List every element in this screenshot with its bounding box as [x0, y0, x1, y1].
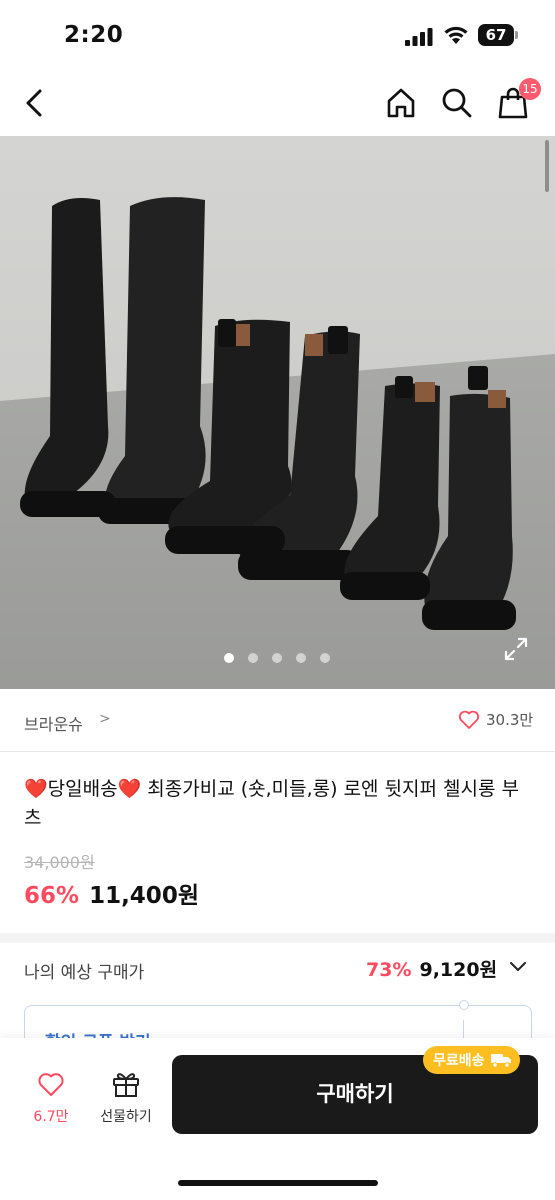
cellular-signal-icon: [405, 28, 433, 46]
sale-price: 11,400원: [89, 883, 199, 909]
back-button[interactable]: [12, 80, 58, 126]
chevron-down-icon[interactable]: [509, 960, 527, 974]
gift-label: 선물하기: [100, 1109, 152, 1125]
product-image: [0, 136, 555, 689]
page-scroll-indicator: [545, 140, 549, 192]
chevron-left-icon: [26, 89, 42, 117]
product-image-carousel[interactable]: [0, 136, 555, 689]
carousel-dot-5[interactable]: [320, 653, 330, 663]
home-button[interactable]: [378, 80, 424, 126]
free-shipping-label: 무료배송: [433, 1053, 485, 1069]
original-price: 34,000원: [24, 853, 95, 872]
carousel-pagination: [224, 653, 330, 663]
battery-level: 67: [478, 24, 514, 46]
search-button[interactable]: [434, 80, 480, 126]
brand-like-button[interactable]: 30.3만: [458, 709, 533, 730]
carousel-dot-4[interactable]: [296, 653, 306, 663]
discount-rate: 66%: [24, 883, 80, 909]
gift-button[interactable]: 선물하기: [92, 1070, 160, 1126]
my-price-value: 9,120원: [419, 959, 498, 981]
brand-row: 브라운슈 > 30.3만: [0, 689, 555, 752]
my-price-summary[interactable]: 73% 9,120원: [366, 955, 497, 982]
like-count: 6.7만: [33, 1109, 69, 1125]
search-icon: [442, 88, 472, 118]
top-nav: [0, 70, 555, 136]
brand-like-count: 30.3만: [486, 711, 534, 729]
battery-icon: 67: [478, 24, 518, 46]
section-divider: [0, 933, 555, 943]
status-time: 2:20: [64, 22, 124, 48]
heart-icon: [38, 1073, 64, 1096]
price-row: 66% 11,400원: [24, 876, 199, 910]
carousel-dot-1[interactable]: [224, 653, 234, 663]
brand-link[interactable]: 브라운슈: [24, 711, 83, 735]
truck-icon: [490, 1054, 511, 1068]
like-button[interactable]: 6.7만: [26, 1072, 76, 1126]
expand-icon[interactable]: [503, 636, 529, 662]
product-title: ❤️당일배송❤️ 최종가비교 (숏,미들,롱) 로엔 뒷지퍼 첼시롱 부츠: [24, 778, 520, 829]
carousel-dot-3[interactable]: [272, 653, 282, 663]
heart-icon: [458, 710, 480, 729]
home-indicator: [178, 1180, 378, 1186]
chevron-right-icon: >: [99, 711, 111, 727]
my-price-label: 나의 예상 구매가: [24, 963, 145, 983]
home-icon: [387, 88, 415, 118]
gift-icon: [113, 1073, 139, 1097]
coupon-notch: [459, 1000, 469, 1010]
carousel-dot-2[interactable]: [248, 653, 258, 663]
status-bar: 2:20 67: [0, 0, 555, 70]
free-shipping-badge: 무료배송: [423, 1046, 520, 1074]
my-price-discount: 73%: [366, 959, 412, 981]
cart-count-badge: 15: [519, 78, 541, 100]
wifi-icon: [444, 26, 468, 44]
